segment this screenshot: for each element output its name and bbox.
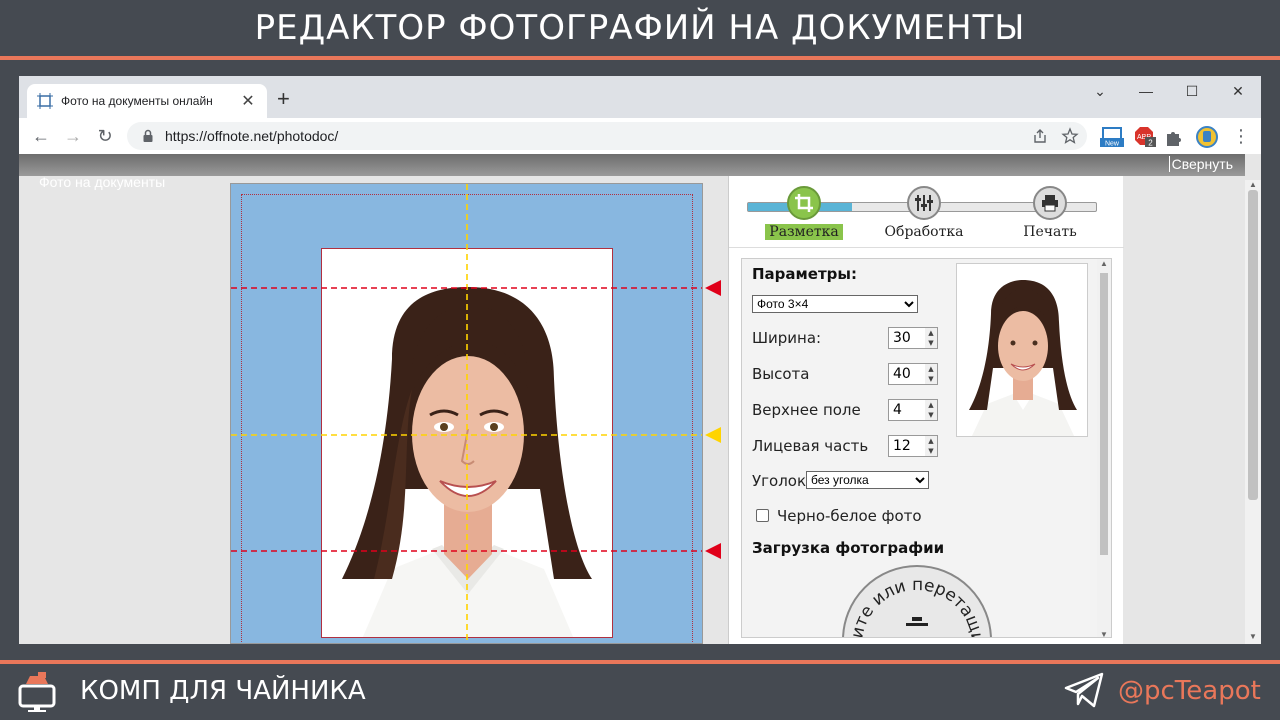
reload-button[interactable]: ↻ [89, 122, 121, 150]
page-scroll-thumb[interactable] [1248, 190, 1258, 500]
editor-panel: Разметка Обработка Печать Параметры: Фот… [728, 176, 1124, 644]
face-input[interactable]: 12 ▲ ▼ [888, 435, 938, 457]
photo-canvas[interactable] [230, 183, 703, 644]
banner: РЕДАКТОР ФОТОГРАФИЙ НА ДОКУМЕНТЫ [0, 0, 1280, 56]
top-margin-label: Верхнее поле [752, 401, 861, 419]
collapse-button[interactable]: Свернуть [1168, 156, 1233, 172]
browser-window: Фото на документы онлайн ✕ + ⌄ — ☐ ✕ ← →… [19, 76, 1261, 644]
adblock-icon[interactable]: ABP 2 [1133, 126, 1157, 148]
crop-icon [787, 186, 821, 220]
top-guide-handle-icon[interactable] [703, 278, 723, 302]
upload-ring-text: ите или перетащи [847, 575, 987, 637]
address-bar[interactable]: https://offnote.net/photodoc/ [127, 122, 1087, 150]
page-header-strip: Свернуть [19, 154, 1245, 176]
tab-title: Фото на документы онлайн [61, 94, 213, 108]
browser-toolbar: ← → ↻ https://offnote.net/photodoc/ New [19, 118, 1261, 154]
face-label: Лицевая часть [752, 437, 869, 455]
close-window-button[interactable]: ✕ [1215, 76, 1261, 106]
step-print-label: Печать [1023, 224, 1077, 240]
minimize-button[interactable]: — [1123, 76, 1169, 106]
step-markup[interactable]: Разметка [749, 186, 859, 241]
bw-checkbox[interactable] [756, 509, 769, 522]
width-label: Ширина: [752, 329, 822, 347]
svg-text:ите или перетащи: ите или перетащи [847, 575, 987, 638]
width-value: 30 [893, 330, 911, 346]
telegram-icon[interactable] [1064, 672, 1104, 708]
eye-guide-handle-icon[interactable] [703, 425, 723, 449]
back-button[interactable]: ← [25, 122, 57, 150]
bw-label: Черно-белое фото [777, 507, 922, 525]
step-processing[interactable]: Обработка [869, 186, 979, 241]
chin-guide-handle-icon[interactable] [703, 541, 723, 565]
tab-search-icon[interactable]: ⌄ [1077, 76, 1123, 106]
lock-icon [143, 129, 153, 142]
corner-label: Уголок [752, 472, 807, 490]
top-margin-input[interactable]: 4 ▲ ▼ [888, 399, 938, 421]
step-print[interactable]: Печать [995, 186, 1105, 241]
upload-dropzone[interactable]: ите или перетащи [842, 565, 992, 638]
params-scroll-down-icon[interactable]: ▼ [1097, 630, 1111, 637]
params-scroll-thumb[interactable] [1100, 273, 1108, 555]
share-icon[interactable] [1031, 127, 1049, 145]
telegram-handle[interactable]: @pcTeapot [1118, 676, 1261, 706]
forward-button[interactable]: → [57, 122, 89, 150]
scroll-down-arrow-icon[interactable]: ▼ [1245, 632, 1261, 644]
preview-thumbnail [956, 263, 1088, 437]
footer: КОМП ДЛЯ ЧАЙНИКА @pcTeapot [0, 664, 1280, 720]
new-badge-text: New [1105, 141, 1120, 148]
photo-crop-favicon-icon [37, 93, 53, 109]
upload-heading: Загрузка фотографии [752, 539, 945, 557]
preview-portrait [969, 280, 1077, 436]
format-select[interactable]: Фото 3×4 [752, 295, 918, 313]
adblock-count: 2 [1148, 139, 1153, 148]
guide-lines [231, 184, 702, 643]
top-margin-stepper-icon[interactable]: ▲ ▼ [925, 400, 937, 420]
height-input[interactable]: 40 ▲ ▼ [888, 363, 938, 385]
height-value: 40 [893, 366, 911, 382]
face-stepper-icon[interactable]: ▲ ▼ [925, 436, 937, 456]
new-extension-icon[interactable]: New [1100, 126, 1124, 148]
parameters-box: Параметры: Фото 3×4 Ширина: 30 ▲ ▼ Высота … [741, 258, 1112, 638]
page-label: Фото на документы [39, 174, 166, 190]
face-value: 12 [893, 438, 911, 454]
webpage: Свернуть Фото на документы ▲ ▼ Разметка … [19, 154, 1261, 644]
top-margin-value: 4 [893, 402, 902, 418]
new-tab-button[interactable]: + [277, 88, 290, 110]
extensions-puzzle-icon[interactable] [1164, 126, 1184, 148]
wizard-steps: Разметка Обработка Печать [729, 176, 1124, 248]
url-text: https://offnote.net/photodoc/ [165, 128, 339, 144]
tab-strip: Фото на документы онлайн ✕ + ⌄ — ☐ ✕ [19, 76, 1261, 118]
tab-close-icon[interactable]: ✕ [239, 91, 257, 111]
height-stepper-icon[interactable]: ▲ ▼ [925, 364, 937, 384]
printer-icon [1033, 186, 1067, 220]
sliders-icon [907, 186, 941, 220]
bookmark-star-icon[interactable] [1061, 127, 1079, 145]
profile-avatar-icon[interactable] [1195, 126, 1219, 148]
params-scroll-up-icon[interactable]: ▲ [1097, 259, 1111, 268]
corner-select[interactable]: без уголка [806, 471, 929, 489]
height-label: Высота [752, 365, 810, 383]
width-input[interactable]: 30 ▲ ▼ [888, 327, 938, 349]
footer-brand: КОМП ДЛЯ ЧАЙНИКА [80, 676, 366, 706]
tab-photodoc[interactable]: Фото на документы онлайн ✕ [27, 84, 267, 118]
maximize-button[interactable]: ☐ [1169, 76, 1215, 106]
banner-divider [0, 56, 1280, 60]
monitor-logo-icon [18, 672, 56, 712]
parameters-heading: Параметры: [752, 265, 857, 283]
browser-menu-icon[interactable]: ⋮ [1225, 122, 1257, 150]
width-stepper-icon[interactable]: ▲ ▼ [925, 328, 937, 348]
step-processing-label: Обработка [884, 224, 964, 240]
window-controls: ⌄ — ☐ ✕ [1077, 76, 1261, 106]
banner-title: РЕДАКТОР ФОТОГРАФИЙ НА ДОКУМЕНТЫ [254, 8, 1026, 48]
params-scrollbar[interactable]: ▲ ▼ [1097, 259, 1111, 637]
step-markup-label: Разметка [765, 224, 843, 240]
page-scrollbar[interactable]: ▲ ▼ [1245, 180, 1261, 644]
